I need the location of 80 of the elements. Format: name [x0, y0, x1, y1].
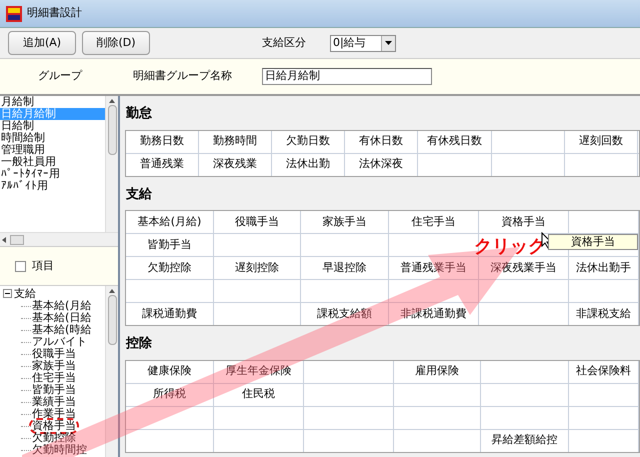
- scrollbar[interactable]: [105, 96, 118, 232]
- table-cell: 所得税: [126, 384, 214, 406]
- table-cell: 有休日数: [345, 130, 418, 152]
- table-cell: 欠勤日数: [272, 130, 345, 152]
- table-cell: 役職手当: [214, 211, 301, 233]
- table-cell: 住宅手当: [389, 211, 479, 233]
- scroll-thumb[interactable]: [108, 105, 116, 155]
- scroll-up-icon[interactable]: [109, 289, 115, 293]
- group-list-item[interactable]: ｱﾙﾊﾞｲﾄ用: [0, 180, 105, 192]
- tree-item[interactable]: 基本給(月給: [31, 300, 92, 312]
- table-cell: 健康保険: [126, 360, 214, 382]
- table-cell: 非課税支給: [569, 303, 639, 325]
- scrollbar[interactable]: [105, 286, 118, 457]
- table-cell: 深夜残業: [199, 154, 272, 176]
- table-cell: 遅刻回数: [565, 130, 638, 152]
- tree-item[interactable]: 基本給(時給: [31, 324, 92, 336]
- group-header: グループ: [38, 68, 82, 84]
- table-cell: 雇用保険: [394, 360, 481, 382]
- table-cell: 課税支給額: [301, 303, 389, 325]
- table-cell: 厚生年金保険: [214, 360, 304, 382]
- tree-item[interactable]: 支給: [14, 287, 36, 300]
- scroll-left-icon[interactable]: [2, 236, 6, 242]
- scroll-thumb[interactable]: [10, 234, 24, 244]
- group-list-item[interactable]: 日給制: [0, 120, 105, 132]
- tree-item[interactable]: 家族手当: [31, 360, 77, 372]
- table-cell: 普通残業: [126, 154, 199, 176]
- group-list-item[interactable]: 時間給制: [0, 132, 105, 144]
- pay-type-select[interactable]: 0|給与: [330, 34, 396, 52]
- table-cell: 基本給(月給): [126, 211, 214, 233]
- tree-item[interactable]: 役職手当: [31, 348, 77, 360]
- table-cell: 非課税通勤費: [389, 303, 479, 325]
- tree-item[interactable]: 欠勤時間控: [31, 444, 88, 456]
- tree-item[interactable]: 皆勤手当: [31, 384, 77, 396]
- tree-item[interactable]: 業績手当: [31, 396, 77, 408]
- table-cell: 勤務日数: [126, 130, 199, 152]
- table-cell: 深夜残業手当: [479, 257, 569, 279]
- tree-item[interactable]: 資格手当: [31, 420, 77, 432]
- tree-item[interactable]: 住宅手当: [31, 372, 77, 384]
- group-name-field[interactable]: 日給月給制: [262, 68, 432, 85]
- collapse-icon[interactable]: [3, 289, 12, 298]
- table-cell: 皆勤手当: [126, 234, 214, 256]
- table-cell: 欠勤控除: [126, 257, 214, 279]
- table-cell: 早退控除: [301, 257, 389, 279]
- table-cell: 普通残業手当: [389, 257, 479, 279]
- group-name-label: 明細書グループ名称: [133, 68, 232, 84]
- table-cell: 資格手当: [479, 211, 569, 233]
- toolbar-button[interactable]: 削除(D): [82, 31, 150, 55]
- table-cell: 法休出勤手: [569, 257, 639, 279]
- table-cell: 遅刻控除: [214, 257, 301, 279]
- table-cell: 有休残日数: [418, 130, 492, 152]
- tree-item[interactable]: アルバイト: [31, 336, 88, 348]
- group-list-item[interactable]: ﾊﾟｰﾄﾀｲﾏｰ用: [0, 168, 105, 180]
- table-cell: 法休出勤: [272, 154, 345, 176]
- table-cell: 家族手当: [301, 211, 389, 233]
- scroll-thumb[interactable]: [108, 295, 116, 345]
- table-cell: 勤務時間: [199, 130, 272, 152]
- table-cell: 住民税: [214, 384, 304, 406]
- tooltip: 資格手当: [548, 234, 638, 250]
- table-cell: 課税通勤費: [126, 303, 214, 325]
- group-list-item[interactable]: 月給制: [0, 96, 105, 108]
- table-cell: 社会保険料: [569, 360, 639, 382]
- horizontal-scrollbar[interactable]: [0, 232, 118, 246]
- dropdown-arrow-icon: [385, 41, 392, 45]
- app-icon: [6, 6, 22, 22]
- scroll-up-icon[interactable]: [109, 99, 115, 103]
- section-title: 控除: [124, 335, 153, 353]
- table-cell: 昇給差額給控: [481, 430, 569, 452]
- item-checkbox[interactable]: [15, 260, 26, 272]
- toolbar-button[interactable]: 追加(A): [8, 31, 76, 55]
- table-cell: 法休深夜: [345, 154, 418, 176]
- tree-item[interactable]: 欠勤控除: [31, 432, 77, 444]
- section-title: 支給: [125, 186, 153, 204]
- checkbox-label: 項目: [32, 258, 54, 274]
- group-list-item[interactable]: 一般社員用: [0, 156, 105, 168]
- section-title: 勤怠: [125, 104, 153, 123]
- tree-item[interactable]: 基本給(日給: [31, 312, 92, 324]
- pay-type-label: 支給区分: [262, 34, 306, 51]
- group-list-item[interactable]: 管理職用: [0, 144, 105, 156]
- tree-item[interactable]: 作業手当: [31, 408, 77, 420]
- window-title: 明細書設計: [27, 5, 82, 22]
